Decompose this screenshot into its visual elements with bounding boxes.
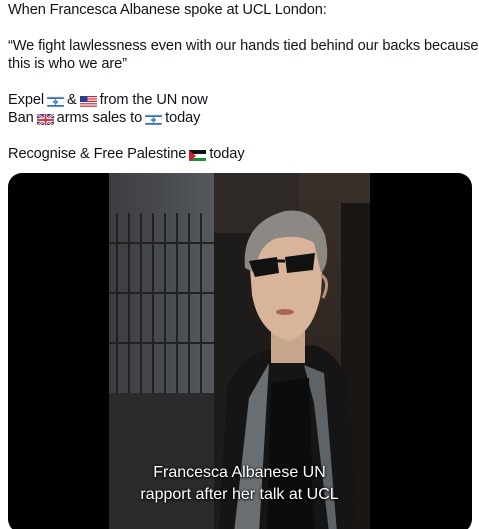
expel-prefix: Expel [8,92,45,108]
ban-middle: arms sales to [56,110,143,126]
ban-prefix: Ban [8,110,34,126]
tweet-quote-line-2: this is who we are” [8,56,127,72]
recognise-suffix: today [209,146,245,162]
palestine-flag-icon [189,149,207,161]
video-frame[interactable]: Francesca Albanese UN rapport after her … [109,173,370,529]
israel-flag-icon [47,95,65,107]
expel-amp: & [67,92,77,108]
video-caption-line-2: rapport after her talk at UCL [140,486,339,503]
israel-flag-icon [145,113,163,125]
ban-suffix: today [165,110,201,126]
tweet-line-expel: Expel & from the UN now [8,91,208,110]
usa-flag-icon [79,95,97,107]
video-caption-line-1: Francesca Albanese UN [153,464,326,481]
video-player[interactable]: Francesca Albanese UN rapport after her … [8,173,472,529]
uk-flag-icon [36,112,54,125]
tweet-line-ban: Ban arms sales to today [8,109,200,128]
tweet-line-recognise: Recognise & Free Palestine today [8,145,245,164]
tweet-quote-line-1: “We fight lawlessness even with our hand… [8,38,479,54]
recognise-prefix: Recognise & Free Palestine [8,146,187,162]
tweet-line-intro: When Francesca Albanese spoke at UCL Lon… [8,2,327,18]
expel-suffix: from the UN now [99,92,208,108]
